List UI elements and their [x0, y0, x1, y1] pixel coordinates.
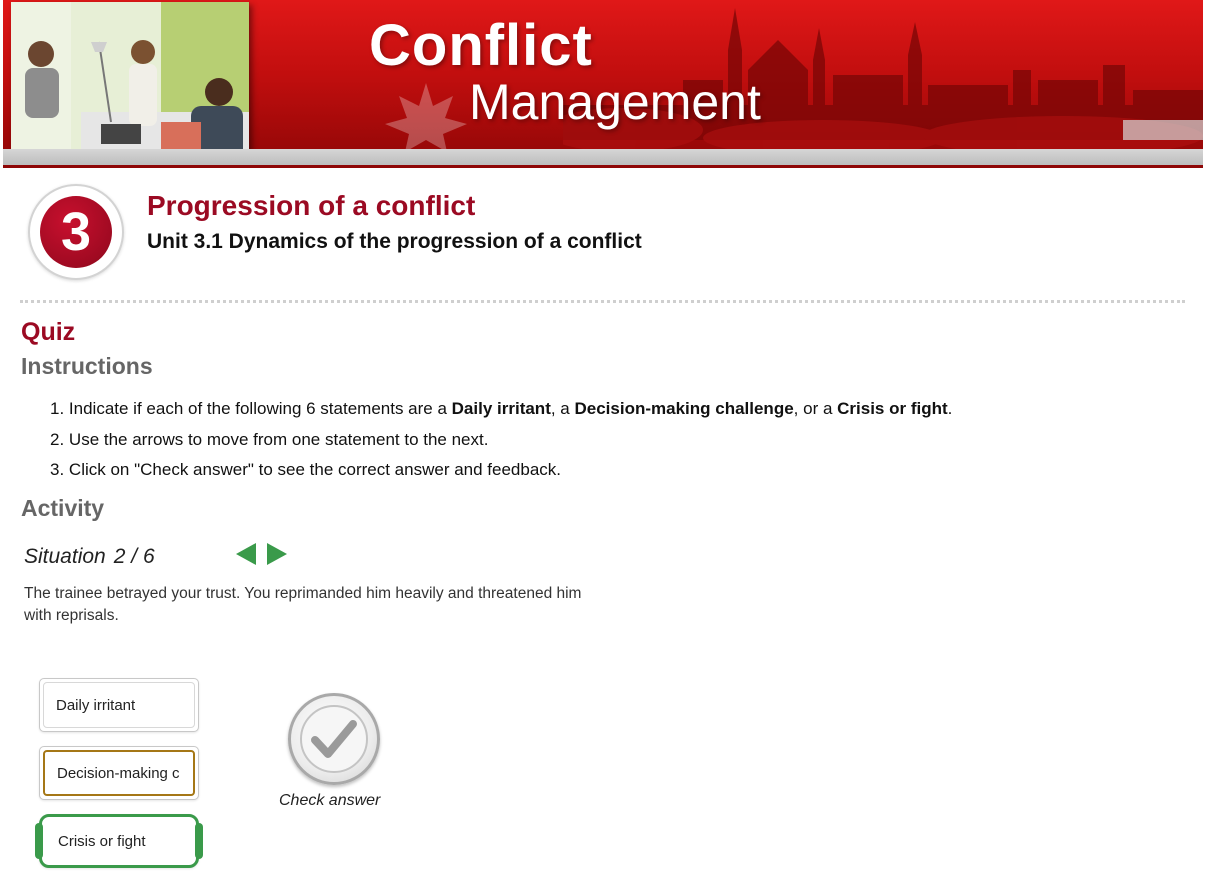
choice-daily-irritant[interactable]: Daily irritant	[39, 678, 199, 732]
instructions-list: 1. Indicate if each of the following 6 s…	[50, 394, 952, 486]
instruction-item: 1. Indicate if each of the following 6 s…	[50, 399, 953, 418]
check-answer-button[interactable]	[288, 693, 380, 785]
choice-decision-making[interactable]: Decision-making c	[39, 746, 199, 800]
choice-label: Crisis or fight	[58, 832, 146, 850]
situation-statement: The trainee betrayed your trust. You rep…	[24, 585, 582, 624]
choice-crisis-or-fight[interactable]: Crisis or fight	[35, 814, 203, 868]
activity-heading: Activity	[21, 495, 105, 521]
check-answer-label[interactable]: Check answer	[279, 791, 380, 811]
maple-leaf-icon	[385, 83, 467, 152]
module-number-badge: 3	[28, 184, 124, 280]
unit-title: Unit 3.1 Dynamics of the progression of …	[147, 230, 642, 253]
previous-arrow-icon[interactable]	[235, 542, 257, 566]
dotted-divider	[20, 300, 1185, 303]
banner-bottom-strip	[3, 149, 1203, 168]
module-number: 3	[40, 196, 112, 268]
banner-title: Conflict	[369, 13, 593, 78]
instructions-heading: Instructions	[21, 353, 153, 379]
banner: Conflict Management	[3, 0, 1203, 168]
banner-subtitle: Management	[469, 74, 761, 130]
quiz-heading: Quiz	[21, 318, 76, 346]
meeting-photo	[11, 2, 249, 160]
situation-current: 2	[113, 545, 126, 568]
module-title: Progression of a conflict	[147, 190, 476, 221]
situation-label: Situation	[24, 545, 106, 568]
instruction-item: 2. Use the arrows to move from one state…	[50, 429, 489, 449]
choice-label: Decision-making c	[57, 764, 180, 782]
choice-label: Daily irritant	[56, 696, 136, 714]
next-arrow-icon[interactable]	[266, 542, 288, 566]
situation-counter: Situation 2 / 6	[24, 545, 155, 568]
checkmark-icon	[300, 705, 368, 773]
instruction-item: 3. Click on "Check answer" to see the co…	[50, 460, 562, 479]
situation-total: 6	[142, 545, 155, 568]
